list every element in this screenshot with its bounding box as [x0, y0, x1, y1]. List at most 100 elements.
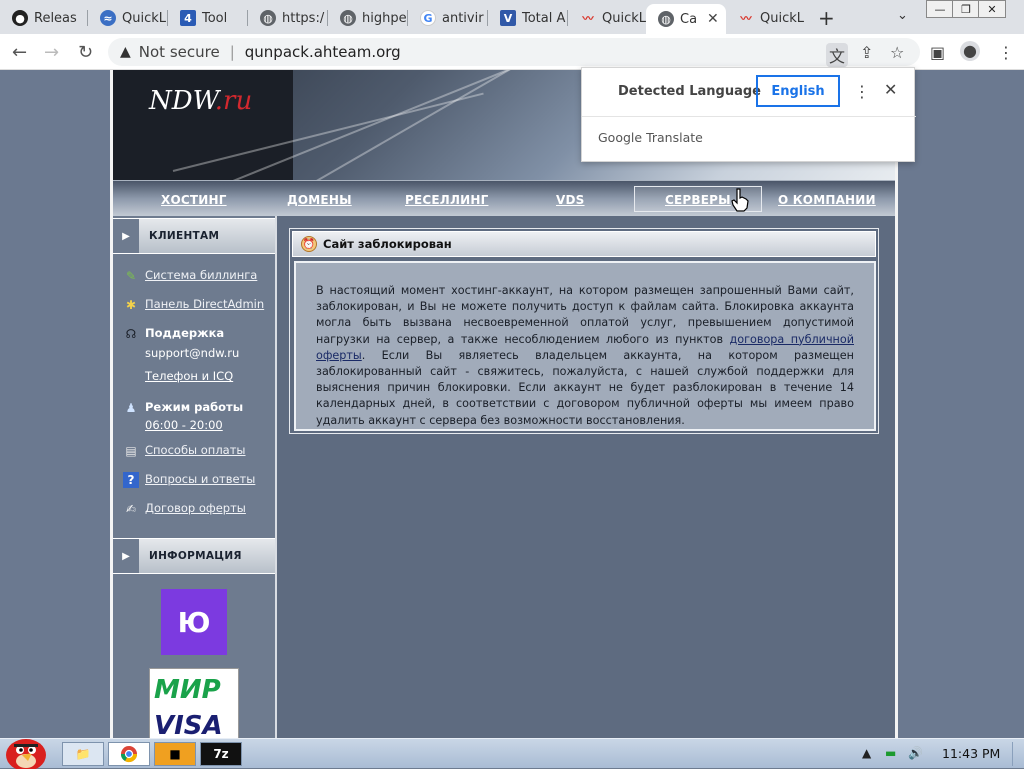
warning-icon[interactable]: ▲: [120, 44, 131, 60]
browser-toolbar: ← → ↻ ▲ Not secure | qunpack.ahteam.org …: [0, 34, 1024, 70]
maximize-button[interactable]: ❐: [952, 0, 980, 18]
angry-bird-start-icon[interactable]: [2, 731, 50, 769]
taskbar: 📁 ■ 7z ▲ ▬ 🔊 11:43 PM: [0, 738, 1024, 769]
browser-menu-icon[interactable]: ⋮: [998, 43, 1014, 62]
header-beam: [312, 70, 539, 180]
browser-tab[interactable]: 〰 QuickL: [726, 4, 810, 32]
show-desktop-button[interactable]: [1012, 742, 1024, 766]
browser-tab-bar: ● Releas ≈ QuickL 4 Tool ◍ https:/ ◍ hig…: [0, 0, 1024, 34]
sidebar-item-directadmin[interactable]: ✱ Панель DirectAdmin: [123, 297, 264, 313]
app-taskbar-icon[interactable]: ■: [154, 742, 196, 766]
phone-icq-link[interactable]: Телефон и ICQ: [145, 369, 233, 383]
translate-icon[interactable]: 文: [826, 43, 849, 67]
tab-label: Ca: [680, 11, 698, 27]
translate-product: Translate: [646, 130, 703, 145]
panel-body: В настоящий момент хостинг-аккаунт, на к…: [294, 261, 876, 431]
browser-tab[interactable]: G antivir: [408, 4, 488, 32]
sidebar-link[interactable]: Панель DirectAdmin: [145, 297, 264, 311]
reload-button[interactable]: ↻: [78, 42, 93, 63]
volume-icon[interactable]: 🔊: [908, 746, 923, 760]
logo-main: NDW: [149, 86, 215, 116]
sidebar-item-hours: ♟ Режим работы: [123, 400, 244, 416]
nav-domains[interactable]: ДОМЕНЫ: [287, 193, 352, 207]
forward-button[interactable]: →: [44, 42, 59, 63]
sidebar-item-billing[interactable]: ✎ Система биллинга: [123, 268, 257, 284]
explorer-taskbar-icon[interactable]: 📁: [62, 742, 104, 766]
github-icon: ●: [12, 10, 28, 26]
7zip-taskbar-icon[interactable]: 7z: [200, 742, 242, 766]
browser-tab[interactable]: ◍ highpe: [328, 4, 408, 32]
chrome-taskbar-icon[interactable]: [108, 742, 150, 766]
nav-hosting[interactable]: ХОСТИНГ: [161, 193, 227, 207]
hand-cursor-icon: [731, 188, 749, 212]
side-panel-icon[interactable]: ▣: [930, 43, 945, 62]
english-language-option[interactable]: English: [756, 75, 840, 107]
tray-expand-icon[interactable]: ▲: [862, 746, 871, 760]
panel-title: Сайт заблокирован: [323, 237, 452, 251]
browser-tab[interactable]: 〰 QuickL: [568, 4, 647, 32]
chrome-icon: [120, 746, 138, 763]
divider: |: [229, 43, 235, 61]
nav-about[interactable]: О КОМПАНИИ: [778, 193, 876, 207]
browser-tab[interactable]: ◍ https:/: [248, 4, 328, 32]
browser-tab[interactable]: V Total A: [488, 4, 568, 32]
headset-icon: ☊: [125, 327, 137, 341]
close-window-button[interactable]: ✕: [978, 0, 1006, 18]
question-icon: ?: [123, 472, 139, 488]
globe-icon: ◍: [260, 10, 276, 26]
clock[interactable]: 11:43 PM: [942, 746, 1000, 761]
sidebar-link[interactable]: Система биллинга: [145, 268, 257, 282]
globe-icon: ◍: [340, 10, 356, 26]
sidebar-link[interactable]: Договор оферты: [145, 501, 246, 515]
security-label[interactable]: Not secure: [139, 43, 220, 61]
yoomoney-logo[interactable]: Ю: [161, 589, 227, 655]
support-email[interactable]: support@ndw.ru: [145, 346, 239, 360]
tab-label: Releas: [34, 10, 77, 26]
share-icon[interactable]: ⇪: [860, 43, 873, 62]
new-tab-button[interactable]: +: [818, 6, 835, 30]
tool-icon: 4: [180, 10, 196, 26]
browser-tab[interactable]: ● Releas: [0, 4, 88, 32]
sidebar-link[interactable]: Вопросы и ответы: [145, 472, 255, 486]
star-icon[interactable]: ☆: [890, 43, 904, 62]
quick-icon: ≈: [100, 10, 116, 26]
sidebar-item-faq[interactable]: ? Вопросы и ответы: [123, 472, 255, 488]
close-tab-icon[interactable]: ✕: [707, 11, 719, 27]
sidebar-header-clients: ▶ КЛИЕНТАМ: [113, 218, 275, 254]
nav-reselling[interactable]: РЕСЕЛЛИНГ: [405, 193, 488, 207]
browser-tab[interactable]: 4 Tool: [168, 4, 248, 32]
message-text: . Если Вы являетесь владельцем аккаунта,…: [316, 348, 854, 427]
blocked-panel: ⏰ Сайт заблокирован В настоящий момент х…: [289, 228, 879, 434]
google-brand: Google: [598, 130, 643, 145]
document-pen-icon: ✍: [125, 502, 137, 516]
browser-tab-active[interactable]: ◍ Ca ✕: [646, 4, 726, 34]
tab-label: QuickL: [122, 10, 167, 26]
sidebar: ▶ КЛИЕНТАМ ✎ Система биллинга ✱ Панель D…: [113, 216, 277, 738]
minimize-button[interactable]: —: [926, 0, 954, 18]
globe-icon: ◍: [658, 11, 674, 27]
site-logo[interactable]: NDW.ru: [149, 86, 252, 116]
divider: [582, 116, 916, 117]
close-icon[interactable]: ✕: [884, 80, 897, 99]
detected-language-option[interactable]: Detected Language: [618, 84, 761, 99]
visa-logo-text: VISA: [154, 711, 223, 738]
tab-search-icon[interactable]: ⌄: [897, 8, 908, 23]
payment-cards-logo[interactable]: МИР VISA: [149, 668, 239, 738]
sidebar-item-payment[interactable]: ▤ Способы оплаты: [123, 443, 246, 459]
tab-label: QuickL: [602, 10, 646, 26]
tab-label: https:/: [282, 10, 325, 26]
google-icon: G: [420, 10, 436, 26]
tab-label: highpe: [362, 10, 407, 26]
browser-tab[interactable]: ≈ QuickL: [88, 4, 168, 32]
back-button[interactable]: ←: [12, 42, 27, 63]
more-options-icon[interactable]: ⋮: [854, 82, 870, 101]
nav-vds[interactable]: VDS: [556, 193, 585, 207]
address-bar[interactable]: ▲ Not secure | qunpack.ahteam.org: [108, 38, 920, 66]
profile-icon[interactable]: ●: [960, 41, 980, 61]
sidebar-link[interactable]: Способы оплаты: [145, 443, 246, 457]
url-text[interactable]: qunpack.ahteam.org: [245, 43, 401, 61]
translate-popup: Detected Language English ⋮ ✕ Google Tra…: [581, 67, 916, 162]
sidebar-item-offer[interactable]: ✍ Договор оферты: [123, 501, 246, 517]
battery-icon[interactable]: ▬: [885, 746, 896, 760]
sidebar-item-support: ☊ Поддержка: [123, 326, 225, 342]
